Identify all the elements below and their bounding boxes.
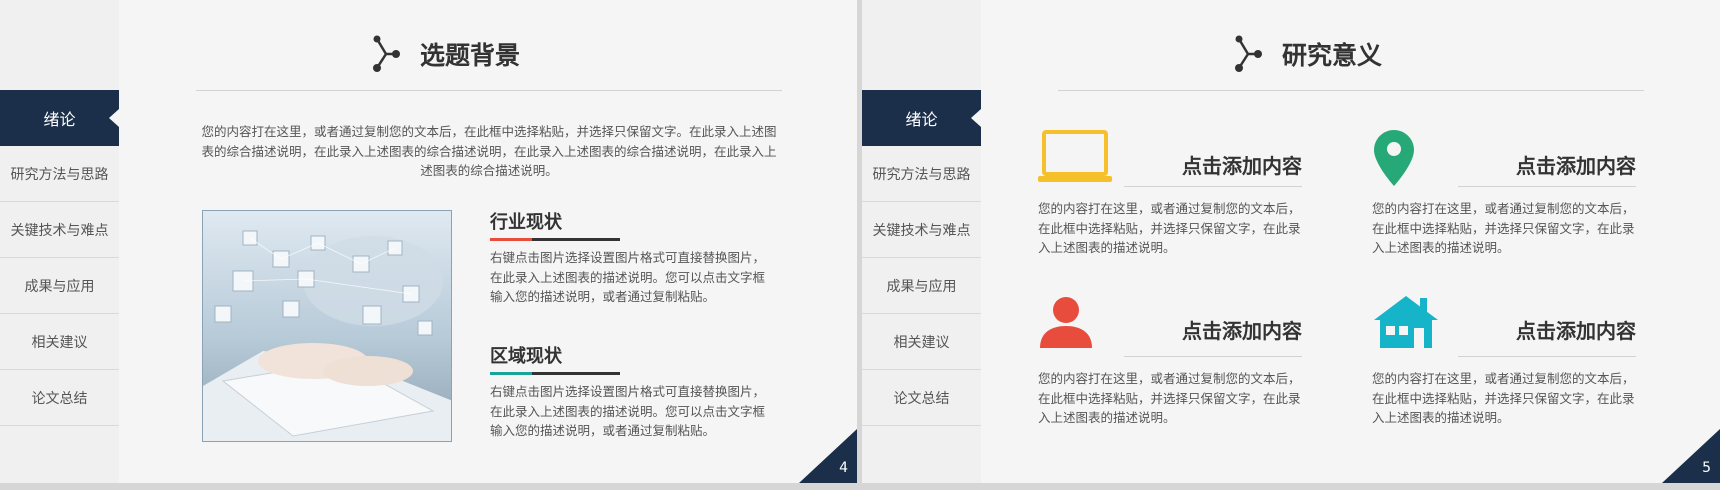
sidebar-item-label: 关键技术与难点	[872, 222, 971, 239]
sidebar-item-label: 相关建议	[31, 334, 88, 351]
feature-title[interactable]: 点击添加内容	[1452, 315, 1636, 344]
feature-title[interactable]: 点击添加内容	[1122, 315, 1302, 344]
laptop-icon	[1038, 130, 1112, 182]
feature-divider	[1124, 186, 1302, 187]
person-icon	[1040, 297, 1092, 348]
slide-5: 绪论 研究方法与思路 关键技术与难点 成果与应用 相关建议 论文总结 研究意义 …	[862, 0, 1720, 483]
sidebar-item-label: 论文总结	[893, 390, 950, 407]
sidebar-item-label: 关键技术与难点	[10, 222, 109, 239]
sidebar-item-summary[interactable]: 论文总结	[0, 370, 119, 426]
sidebar-item-label: 绪论	[905, 110, 938, 129]
sidebar-item-key-tech[interactable]: 关键技术与难点	[0, 202, 119, 258]
page-title-text: 选题背景	[420, 41, 521, 70]
intro-paragraph: 您的内容打在这里，或者通过复制您的文本后，在此框中选择粘贴，并选择只保留文字。在…	[201, 124, 777, 178]
sidebar-item-summary[interactable]: 论文总结	[862, 370, 981, 426]
business-photo	[202, 210, 452, 442]
sidebar-item-label: 成果与应用	[24, 278, 95, 295]
feature-title[interactable]: 点击添加内容	[1452, 150, 1636, 179]
sidebar-item-methods[interactable]: 研究方法与思路	[862, 146, 981, 202]
location-pin-icon	[1374, 130, 1414, 186]
page-title: 研究意义	[1232, 34, 1382, 74]
section-underline	[532, 372, 620, 375]
page-number: 4	[839, 460, 848, 476]
laptop-network-image	[203, 211, 451, 441]
feature-divider	[1458, 186, 1636, 187]
sidebar-item-label: 绪论	[43, 110, 76, 129]
section-accent-teal	[490, 372, 532, 375]
sidebar-nav: 绪论 研究方法与思路 关键技术与难点 成果与应用 相关建议 论文总结	[862, 90, 981, 426]
feature-body: 您的内容打在这里，或者通过复制您的文本后，在此框中选择粘贴，并选择只保留文字，在…	[1372, 371, 1635, 425]
sidebar-nav: 绪论 研究方法与思路 关键技术与难点 成果与应用 相关建议 论文总结	[0, 90, 119, 426]
sidebar-item-methods[interactable]: 研究方法与思路	[0, 146, 119, 202]
sidebar-item-label: 相关建议	[893, 334, 950, 351]
sidebar-item-suggestions[interactable]: 相关建议	[0, 314, 119, 370]
feature-body: 您的内容打在这里，或者通过复制您的文本后，在此框中选择粘贴，并选择只保留文字，在…	[1038, 201, 1301, 255]
page-title-text: 研究意义	[1282, 41, 1383, 70]
page-corner-triangle	[799, 429, 857, 483]
feature-body: 您的内容打在这里，或者通过复制您的文本后，在此框中选择粘贴，并选择只保留文字，在…	[1372, 201, 1635, 255]
sidebar-item-introduction[interactable]: 绪论	[0, 90, 119, 146]
sidebar-item-results[interactable]: 成果与应用	[862, 258, 981, 314]
sidebar-item-introduction[interactable]: 绪论	[862, 90, 981, 146]
slide-4: 绪论 研究方法与思路 关键技术与难点 成果与应用 相关建议 论文总结 选题背景 …	[0, 0, 857, 483]
section-title-region: 区域现状	[490, 346, 562, 367]
sidebar-item-key-tech[interactable]: 关键技术与难点	[862, 202, 981, 258]
sidebar: 绪论 研究方法与思路 关键技术与难点 成果与应用 相关建议 论文总结	[862, 0, 981, 483]
sidebar-item-label: 成果与应用	[886, 278, 957, 295]
share-nodes-icon	[373, 35, 400, 72]
sidebar-item-label: 研究方法与思路	[872, 166, 971, 183]
section-title-industry: 行业现状	[490, 212, 562, 233]
page-number: 5	[1702, 460, 1711, 476]
title-divider	[1058, 90, 1644, 91]
page-title: 选题背景	[370, 34, 520, 74]
feature-title[interactable]: 点击添加内容	[1122, 150, 1302, 179]
section-underline	[532, 238, 620, 241]
feature-divider	[1458, 356, 1636, 357]
section-body-industry: 右键点击图片选择设置图片格式可直接替换图片，在此录入上述图表的描述说明。您可以点…	[490, 250, 766, 304]
feature-divider	[1124, 356, 1302, 357]
house-icon	[1374, 296, 1438, 348]
share-nodes-icon	[1235, 35, 1262, 72]
sidebar-item-label: 研究方法与思路	[10, 166, 109, 183]
section-body-region: 右键点击图片选择设置图片格式可直接替换图片，在此录入上述图表的描述说明。您可以点…	[490, 384, 766, 438]
page-corner-triangle	[1662, 429, 1720, 483]
section-accent-red	[490, 238, 532, 241]
title-divider	[196, 90, 782, 91]
sidebar-item-results[interactable]: 成果与应用	[0, 258, 119, 314]
sidebar-item-suggestions[interactable]: 相关建议	[862, 314, 981, 370]
sidebar: 绪论 研究方法与思路 关键技术与难点 成果与应用 相关建议 论文总结	[0, 0, 119, 483]
sidebar-item-label: 论文总结	[31, 390, 88, 407]
feature-body: 您的内容打在这里，或者通过复制您的文本后，在此框中选择粘贴，并选择只保留文字，在…	[1038, 371, 1301, 425]
